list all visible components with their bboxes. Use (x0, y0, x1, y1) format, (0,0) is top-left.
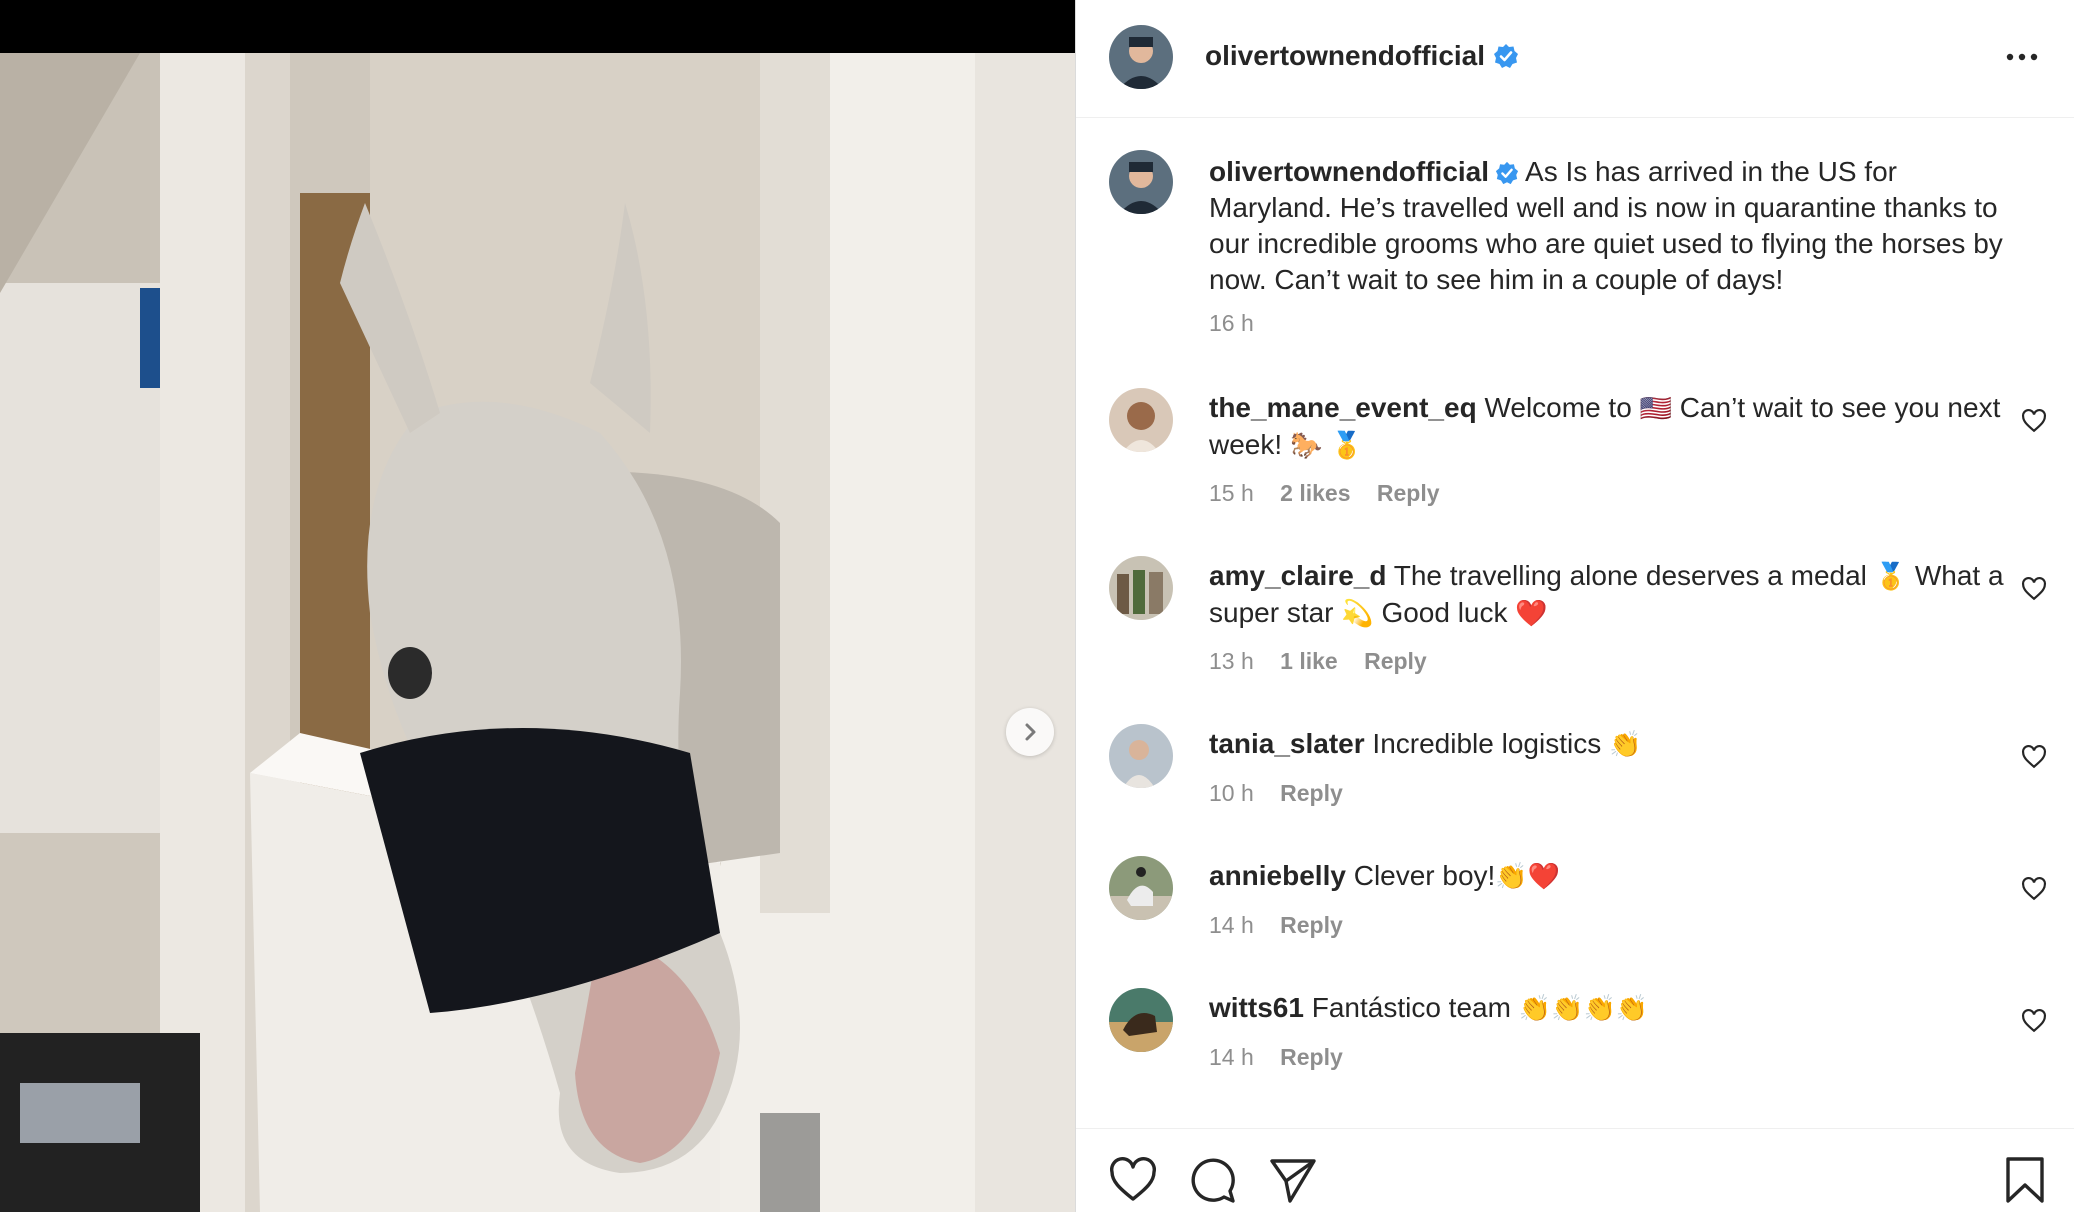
caption-text: olivertownendofficial As Is has arrived i… (1209, 154, 2009, 298)
caption-username[interactable]: olivertownendofficial (1209, 156, 1489, 187)
comment-text: the_mane_event_eq Welcome to 🇺🇸 Can’t wa… (1209, 390, 2009, 464)
commenter-avatar[interactable] (1109, 988, 1173, 1052)
post-media (0, 0, 1075, 1212)
comment-text: anniebelly Clever boy!👏❤️ (1209, 858, 2009, 895)
dizzy-emoji: 💫 (1341, 599, 1374, 629)
heart-icon[interactable] (2021, 1008, 2047, 1034)
comment-meta: 14 h Reply (1209, 1044, 1363, 1071)
caption-avatar[interactable] (1109, 150, 1173, 214)
comment-body: Fantástico team (1311, 992, 1511, 1023)
clap-emoji: 👏 (1608, 730, 1642, 760)
comment-username[interactable]: tania_slater (1209, 728, 1365, 759)
comment-likes[interactable]: 2 likes (1280, 480, 1350, 506)
reply-button[interactable]: Reply (1377, 480, 1440, 506)
comment-text: witts61 Fantástico team 👏👏👏👏 (1209, 990, 2009, 1027)
heart-icon[interactable] (2021, 408, 2047, 434)
horse-medal-emoji: 🐎 🥇 (1289, 431, 1363, 461)
reply-button[interactable]: Reply (1364, 648, 1427, 674)
chevron-right-icon (1025, 723, 1036, 741)
reply-button[interactable]: Reply (1280, 780, 1343, 806)
comment-username[interactable]: witts61 (1209, 992, 1304, 1023)
comment-meta: 10 h Reply (1209, 780, 1363, 807)
bookmark-icon[interactable] (2000, 1155, 2050, 1205)
comment-body: Clever boy! (1353, 860, 1496, 891)
clap-heart-emoji: 👏❤️ (1495, 862, 1561, 892)
comment-time: 14 h (1209, 912, 1254, 938)
commenter-avatar[interactable] (1109, 856, 1173, 920)
reply-button[interactable]: Reply (1280, 912, 1343, 938)
action-bar (1076, 1128, 2074, 1212)
heart-icon[interactable] (2021, 576, 2047, 602)
comment-username[interactable]: the_mane_event_eq (1209, 392, 1477, 423)
comment-time: 15 h (1209, 480, 1254, 506)
comment-time: 14 h (1209, 1044, 1254, 1070)
comment-meta: 15 h 2 likes Reply (1209, 480, 1460, 507)
post-detail-panel: olivertownendofficial olivertownendoffic… (1076, 0, 2074, 1212)
flag-emoji: 🇺🇸 (1639, 394, 1672, 424)
horse-stable-photo (0, 53, 1075, 1212)
medal-emoji: 🥇 (1874, 562, 1908, 592)
heart-icon[interactable] (2021, 744, 2047, 770)
post-header: olivertownendofficial (1076, 0, 2074, 118)
comment-body-cont: Good luck (1381, 597, 1508, 628)
reply-button[interactable]: Reply (1280, 1044, 1343, 1070)
comment-text: tania_slater Incredible logistics 👏 (1209, 726, 2009, 763)
verified-badge-icon (1495, 161, 1519, 185)
comment-meta: 13 h 1 like Reply (1209, 648, 1447, 675)
comment-meta: 14 h Reply (1209, 912, 1363, 939)
heart-icon[interactable] (1108, 1155, 1158, 1205)
share-icon[interactable] (1268, 1155, 1318, 1205)
more-options-icon[interactable] (2002, 42, 2042, 72)
author-username[interactable]: olivertownendofficial (1205, 40, 1519, 72)
post-photo (0, 53, 1075, 1212)
comment-time: 10 h (1209, 780, 1254, 806)
verified-badge-icon (1494, 44, 1519, 68)
author-username-text[interactable]: olivertownendofficial (1205, 40, 1485, 71)
commenter-avatar[interactable] (1109, 556, 1173, 620)
comment-text: amy_claire_d The travelling alone deserv… (1209, 558, 2009, 632)
comment-username[interactable]: amy_claire_d (1209, 560, 1386, 591)
comment-time: 13 h (1209, 648, 1254, 674)
comment-body: Welcome to (1484, 392, 1632, 423)
caption-time: 16 h (1209, 310, 1254, 336)
red-heart-emoji: ❤️ (1515, 599, 1548, 629)
commenter-avatar[interactable] (1109, 388, 1173, 452)
comment-icon[interactable] (1188, 1155, 1238, 1205)
caption-meta: 16 h (1209, 310, 1274, 337)
commenter-avatar[interactable] (1109, 724, 1173, 788)
clap-emoji: 👏👏👏👏 (1518, 994, 1649, 1024)
comment-likes[interactable]: 1 like (1280, 648, 1338, 674)
next-image-button[interactable] (1006, 708, 1054, 756)
author-avatar[interactable] (1109, 25, 1173, 89)
comment-username[interactable]: anniebelly (1209, 860, 1346, 891)
comment-body: The travelling alone deserves a medal (1393, 560, 1867, 591)
comment-body: Incredible logistics (1372, 728, 1602, 759)
heart-icon[interactable] (2021, 876, 2047, 902)
